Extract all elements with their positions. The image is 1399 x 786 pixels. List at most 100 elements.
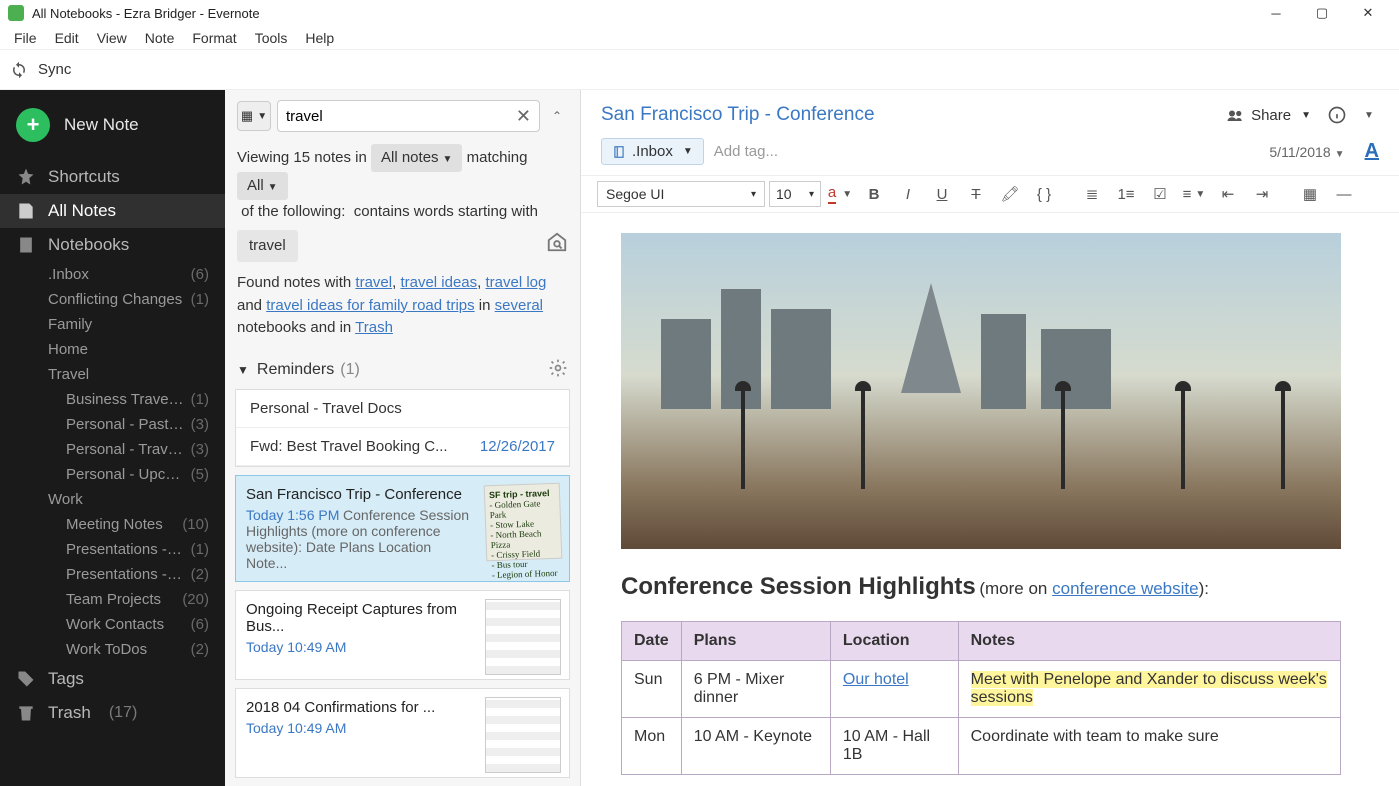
note-body[interactable]: Conference Session Highlights (more on c… xyxy=(581,213,1399,786)
sidebar-notebook-item[interactable]: Business Travel - re...(1) xyxy=(0,387,225,412)
sidebar-notebook-item[interactable]: Presentations - Sales(2) xyxy=(0,562,225,587)
sidebar-trash[interactable]: Trash (17) xyxy=(0,696,225,730)
checklist-button[interactable]: ☑ xyxy=(1145,181,1175,207)
note-card[interactable]: 2018 04 Confirmations for ...Today 10:49… xyxy=(235,688,570,778)
code-block-button[interactable]: { } xyxy=(1029,181,1059,207)
sync-icon[interactable] xyxy=(10,61,28,79)
th-plans: Plans xyxy=(681,622,830,661)
sidebar-notebook-item[interactable]: .Inbox(6) xyxy=(0,262,225,287)
th-notes: Notes xyxy=(958,622,1340,661)
reminders-count: (1) xyxy=(340,361,360,379)
search-input[interactable] xyxy=(286,108,516,125)
simplify-formatting-icon[interactable]: A xyxy=(1365,140,1379,163)
sidebar-all-notes[interactable]: All Notes xyxy=(0,194,225,228)
note-card[interactable]: SF trip - travel- Golden Gate Park- Stow… xyxy=(235,475,570,582)
clear-search-icon[interactable]: ✕ xyxy=(516,106,531,127)
reminder-item[interactable]: Fwd: Best Travel Booking C...12/26/2017 xyxy=(236,428,569,466)
search-term-chip[interactable]: travel xyxy=(237,230,298,262)
found-link-family-road[interactable]: travel ideas for family road trips xyxy=(266,297,474,314)
list-view-toggle[interactable]: ▦▼ xyxy=(237,101,271,131)
share-button[interactable]: Share▼ xyxy=(1217,102,1319,128)
sidebar-notebook-item[interactable]: Work Contacts(6) xyxy=(0,612,225,637)
sync-label[interactable]: Sync xyxy=(38,61,71,78)
found-link-trash[interactable]: Trash xyxy=(355,319,393,336)
sidebar-shortcuts[interactable]: Shortcuts xyxy=(0,160,225,194)
saved-search-icon[interactable] xyxy=(546,231,568,261)
trash-icon xyxy=(16,703,36,723)
sidebar-notebook-item[interactable]: Presentations - Int...(1) xyxy=(0,537,225,562)
sidebar-notebook-item[interactable]: Family xyxy=(0,312,225,337)
font-color-button[interactable]: a▼ xyxy=(825,181,855,207)
menu-help[interactable]: Help xyxy=(297,28,342,48)
cell: Sun xyxy=(622,661,682,718)
conference-website-link[interactable]: conference website xyxy=(1052,579,1198,598)
sidebar-notebook-item[interactable]: Personal - Past Travel(3) xyxy=(0,412,225,437)
menu-note[interactable]: Note xyxy=(137,28,183,48)
table-button[interactable]: ▦ xyxy=(1295,181,1325,207)
sidebar-notebook-item[interactable]: Personal - Travel D(3) xyxy=(0,437,225,462)
highlight-button[interactable]: 🖍 xyxy=(995,181,1025,207)
titlebar: All Notebooks - Ezra Bridger - Evernote … xyxy=(0,0,1399,26)
search-box[interactable]: ✕ xyxy=(277,100,540,132)
note-date[interactable]: 5/11/2018▼ xyxy=(1269,144,1344,160)
found-notes-summary: Found notes with travel, travel ideas, t… xyxy=(225,268,580,348)
matchmode-chip[interactable]: All▼ xyxy=(237,172,288,200)
reminders-gear-icon[interactable] xyxy=(548,358,568,383)
italic-button[interactable]: I xyxy=(893,181,923,207)
reminder-item[interactable]: Personal - Travel Docs xyxy=(236,390,569,428)
note-title-input[interactable]: San Francisco Trip - Conference xyxy=(601,104,1217,126)
cell: Mon xyxy=(622,718,682,775)
indent-button[interactable]: ⇥ xyxy=(1247,181,1277,207)
note-info-icon[interactable] xyxy=(1319,102,1355,128)
sidebar-notebooks[interactable]: Notebooks xyxy=(0,228,225,262)
sidebar-notebook-item[interactable]: Home xyxy=(0,337,225,362)
strikethrough-button[interactable]: T xyxy=(961,181,991,207)
underline-button[interactable]: U xyxy=(927,181,957,207)
numbered-list-button[interactable]: 1≡ xyxy=(1111,181,1141,207)
add-tag-input[interactable]: Add tag... xyxy=(714,143,778,160)
menu-tools[interactable]: Tools xyxy=(247,28,296,48)
content-subheading: (more on conference website): xyxy=(979,579,1209,598)
found-link-travel-log[interactable]: travel log xyxy=(486,274,547,291)
sidebar-shortcuts-label: Shortcuts xyxy=(48,167,120,187)
sidebar-notebook-item[interactable]: Work xyxy=(0,487,225,512)
align-button[interactable]: ≡▼ xyxy=(1179,181,1209,207)
new-note-button[interactable]: + New Note xyxy=(0,100,225,150)
note-card[interactable]: Ongoing Receipt Captures from Bus...Toda… xyxy=(235,590,570,680)
sidebar-notebook-item[interactable]: Travel xyxy=(0,362,225,387)
menu-view[interactable]: View xyxy=(89,28,135,48)
cell: Our hotel xyxy=(830,661,958,718)
sidebar-notebook-item[interactable]: Conflicting Changes(1) xyxy=(0,287,225,312)
close-button[interactable]: ✕ xyxy=(1345,0,1391,26)
bold-button[interactable]: B xyxy=(859,181,889,207)
sidebar-notebook-item[interactable]: Team Projects(20) xyxy=(0,587,225,612)
table-header-row: Date Plans Location Notes xyxy=(622,622,1341,661)
note-more-menu[interactable]: ▼ xyxy=(1355,102,1379,128)
menu-edit[interactable]: Edit xyxy=(47,28,87,48)
hr-button[interactable]: — xyxy=(1329,181,1359,207)
sidebar-notebook-item[interactable]: Personal - Upcomi...(5) xyxy=(0,462,225,487)
bullet-list-button[interactable]: ≣ xyxy=(1077,181,1107,207)
sidebar-tags[interactable]: Tags xyxy=(0,662,225,696)
notebook-selector[interactable]: .Inbox▼ xyxy=(601,138,704,165)
font-family-select[interactable]: Segoe UI▾ xyxy=(597,181,765,207)
reminders-list: Personal - Travel Docs Fwd: Best Travel … xyxy=(235,389,570,467)
our-hotel-link[interactable]: Our hotel xyxy=(843,671,909,688)
format-toolbar: Segoe UI▾ 10▾ a▼ B I U T 🖍 { } ≣ 1≡ ☑ ≡▼… xyxy=(581,175,1399,213)
font-size-select[interactable]: 10▾ xyxy=(769,181,821,207)
found-link-travel[interactable]: travel xyxy=(355,274,392,291)
reminders-header[interactable]: ▼ Reminders (1) xyxy=(225,348,580,389)
sidebar-notebook-item[interactable]: Work ToDos(2) xyxy=(0,637,225,662)
minimize-button[interactable]: ─ xyxy=(1253,0,1299,26)
search-collapse-toggle[interactable]: ⌃ xyxy=(546,109,568,123)
menu-file[interactable]: File xyxy=(6,28,45,48)
scope-chip[interactable]: All notes▼ xyxy=(371,144,462,172)
found-link-several[interactable]: several xyxy=(495,297,543,314)
maximize-button[interactable]: ▢ xyxy=(1299,0,1345,26)
cell: 10 AM - Keynote xyxy=(681,718,830,775)
sidebar-notebook-item[interactable]: Meeting Notes(10) xyxy=(0,512,225,537)
outdent-button[interactable]: ⇤ xyxy=(1213,181,1243,207)
menu-format[interactable]: Format xyxy=(184,28,244,48)
cell: Coordinate with team to make sure xyxy=(958,718,1340,775)
found-link-travel-ideas[interactable]: travel ideas xyxy=(400,274,477,291)
